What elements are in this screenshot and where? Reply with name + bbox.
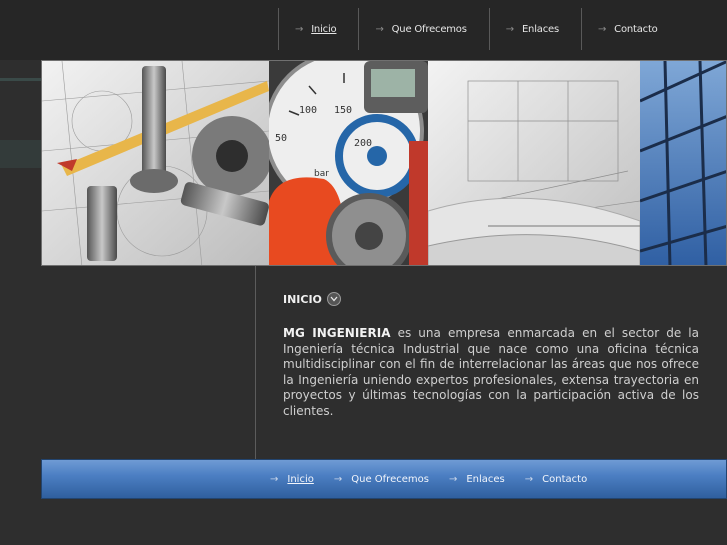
- footer-nav-label[interactable]: Enlaces: [466, 474, 504, 485]
- footer-nav-contacto[interactable]: → Contacto: [525, 474, 587, 485]
- arrow-right-icon: →: [375, 23, 384, 35]
- chevron-down-icon: [326, 292, 341, 306]
- page-title: INICIO: [283, 292, 322, 306]
- svg-text:bar: bar: [314, 169, 329, 179]
- nav-item-inicio[interactable]: → Inicio: [278, 8, 358, 50]
- arrow-right-icon: →: [295, 23, 304, 35]
- footer-navigation: → Inicio → Que Ofrecemos → Enlaces → Con…: [270, 460, 607, 498]
- footer-nav-label[interactable]: Que Ofrecemos: [351, 474, 429, 485]
- arrow-right-icon: →: [270, 473, 279, 485]
- content-divider: [255, 266, 256, 459]
- nav-label[interactable]: Enlaces: [522, 24, 559, 35]
- footer-nav-enlaces[interactable]: → Enlaces: [449, 474, 505, 485]
- footer-nav-que-ofrecemos[interactable]: → Que Ofrecemos: [334, 474, 429, 485]
- svg-text:200: 200: [354, 138, 372, 149]
- left-decor-block: [0, 140, 41, 168]
- nav-label[interactable]: Inicio: [311, 24, 336, 35]
- footer-bar: → Inicio → Que Ofrecemos → Enlaces → Con…: [41, 459, 727, 499]
- svg-text:150: 150: [334, 105, 352, 116]
- footer-nav-inicio[interactable]: → Inicio: [270, 474, 314, 485]
- header-banner: 100 150 200 50 bar: [41, 60, 727, 266]
- main-content: INICIO MG INGENIERIA es una empresa enma…: [283, 292, 699, 431]
- nav-item-enlaces[interactable]: → Enlaces: [488, 8, 581, 50]
- banner-panel-building: [640, 61, 726, 265]
- nav-item-contacto[interactable]: → Contacto: [580, 8, 680, 50]
- footer-nav-label[interactable]: Inicio: [287, 474, 313, 485]
- svg-text:50: 50: [275, 133, 287, 144]
- top-navigation: → Inicio → Que Ofrecemos → Enlaces → Con…: [278, 8, 680, 50]
- intro-paragraph: MG INGENIERIA es una empresa enmarcada e…: [283, 326, 699, 419]
- section-heading: INICIO: [283, 292, 699, 306]
- banner-panel-gauge: 100 150 200 50 bar: [269, 61, 428, 265]
- nav-item-que-ofrecemos[interactable]: → Que Ofrecemos: [358, 8, 488, 50]
- footer-nav-label[interactable]: Contacto: [542, 474, 587, 485]
- banner-panel-blueprints: [428, 61, 640, 265]
- arrow-right-icon: →: [524, 473, 534, 485]
- arrow-right-icon: →: [597, 23, 607, 35]
- nav-label[interactable]: Que Ofrecemos: [392, 24, 467, 35]
- arrow-right-icon: →: [333, 473, 343, 485]
- svg-text:100: 100: [299, 105, 317, 116]
- nav-label[interactable]: Contacto: [614, 24, 658, 35]
- arrow-right-icon: →: [505, 23, 514, 35]
- banner-panel-tools: [42, 61, 269, 265]
- arrow-right-icon: →: [448, 473, 458, 485]
- company-name: MG INGENIERIA: [283, 326, 391, 340]
- left-decor-stripe: [0, 78, 41, 81]
